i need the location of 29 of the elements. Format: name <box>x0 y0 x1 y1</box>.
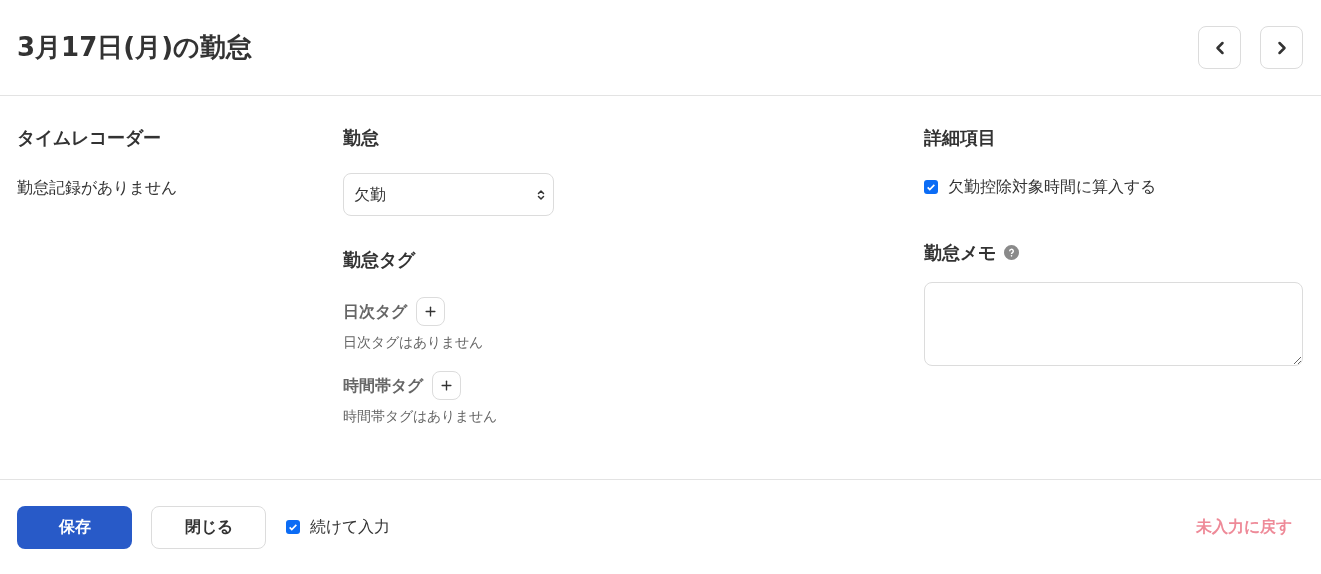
select-arrows-icon <box>535 188 547 201</box>
help-icon[interactable] <box>1004 245 1019 260</box>
checkbox[interactable] <box>286 520 300 534</box>
section-heading: 勤怠タグ <box>343 248 417 272</box>
close-button[interactable]: 閉じる <box>151 505 266 549</box>
empty-message: 勤怠記録がありません <box>17 177 178 199</box>
tag-group-label: 日次タグ <box>343 300 407 323</box>
plus-icon <box>439 378 454 393</box>
checkbox[interactable] <box>924 180 938 194</box>
section-heading: 詳細項目 <box>924 126 997 150</box>
save-button[interactable]: 保存 <box>17 505 132 549</box>
previous-day-button[interactable] <box>1198 26 1241 69</box>
checkmark-icon <box>926 182 936 192</box>
attendance-select[interactable]: 欠勤 <box>343 173 554 216</box>
checkbox-label: 続けて入力 <box>310 516 390 538</box>
plus-icon <box>423 304 438 319</box>
memo-field[interactable] <box>924 282 1303 366</box>
checkbox-label: 欠勤控除対象時間に算入する <box>948 176 1156 198</box>
next-day-button[interactable] <box>1260 26 1303 69</box>
section-heading: タイムレコーダー <box>17 126 162 150</box>
empty-message: 時間帯タグはありません <box>343 407 498 426</box>
add-tag-button[interactable] <box>432 371 461 400</box>
checkmark-icon <box>288 522 298 532</box>
section-heading: 勤怠 <box>343 126 380 150</box>
section-heading: 勤怠メモ <box>924 241 996 265</box>
add-tag-button[interactable] <box>416 297 445 326</box>
tag-group-label: 時間帯タグ <box>343 374 423 397</box>
empty-message: 日次タグはありません <box>343 333 484 352</box>
page-title: 3月17日(月)の勤怠 <box>17 31 253 64</box>
